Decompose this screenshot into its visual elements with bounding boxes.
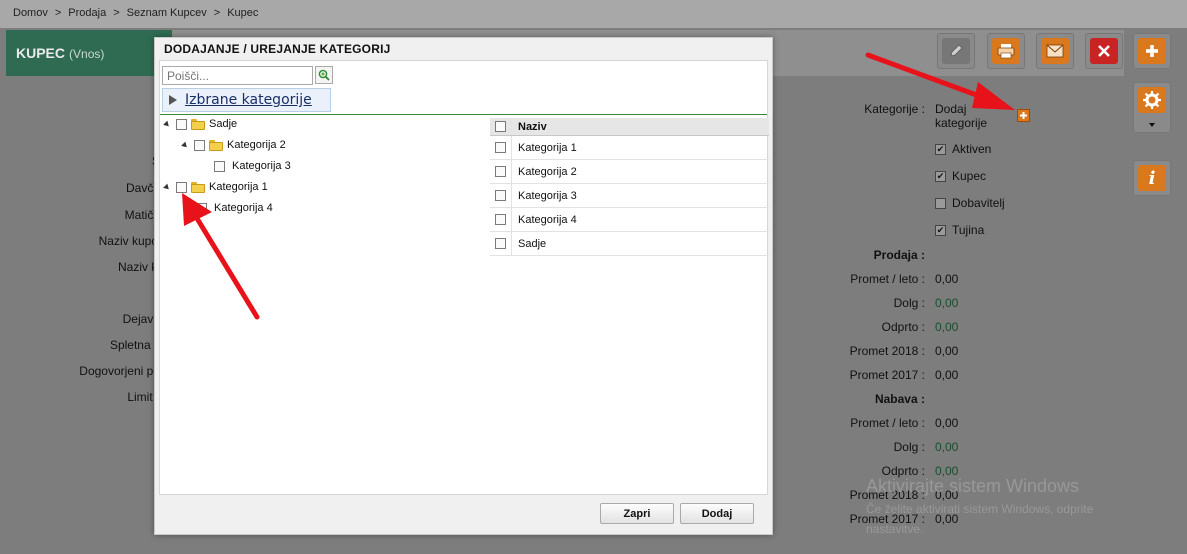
- annotation-arrows: [182, 52, 1015, 320]
- annotation-arrow-left: [182, 193, 260, 320]
- annotation-arrow-right: [865, 52, 1015, 110]
